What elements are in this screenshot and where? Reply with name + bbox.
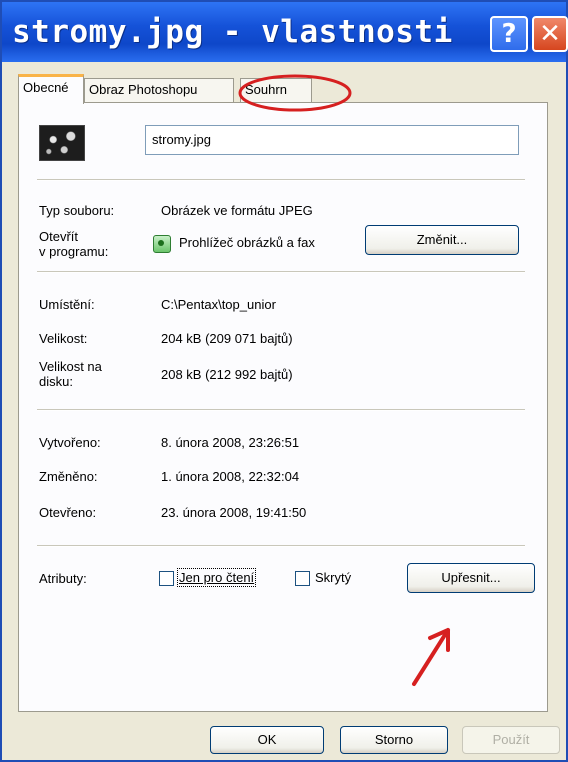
red-circle-annotation <box>238 74 352 112</box>
properties-dialog: stromy.jpg - vlastnosti ? ✕ Obecné Obraz… <box>0 0 568 762</box>
tab-general[interactable]: Obecné <box>18 74 84 104</box>
red-arrow-annotation <box>412 628 450 686</box>
tab-general-label: Obecné <box>23 80 69 95</box>
annotation-overlay <box>238 74 450 686</box>
